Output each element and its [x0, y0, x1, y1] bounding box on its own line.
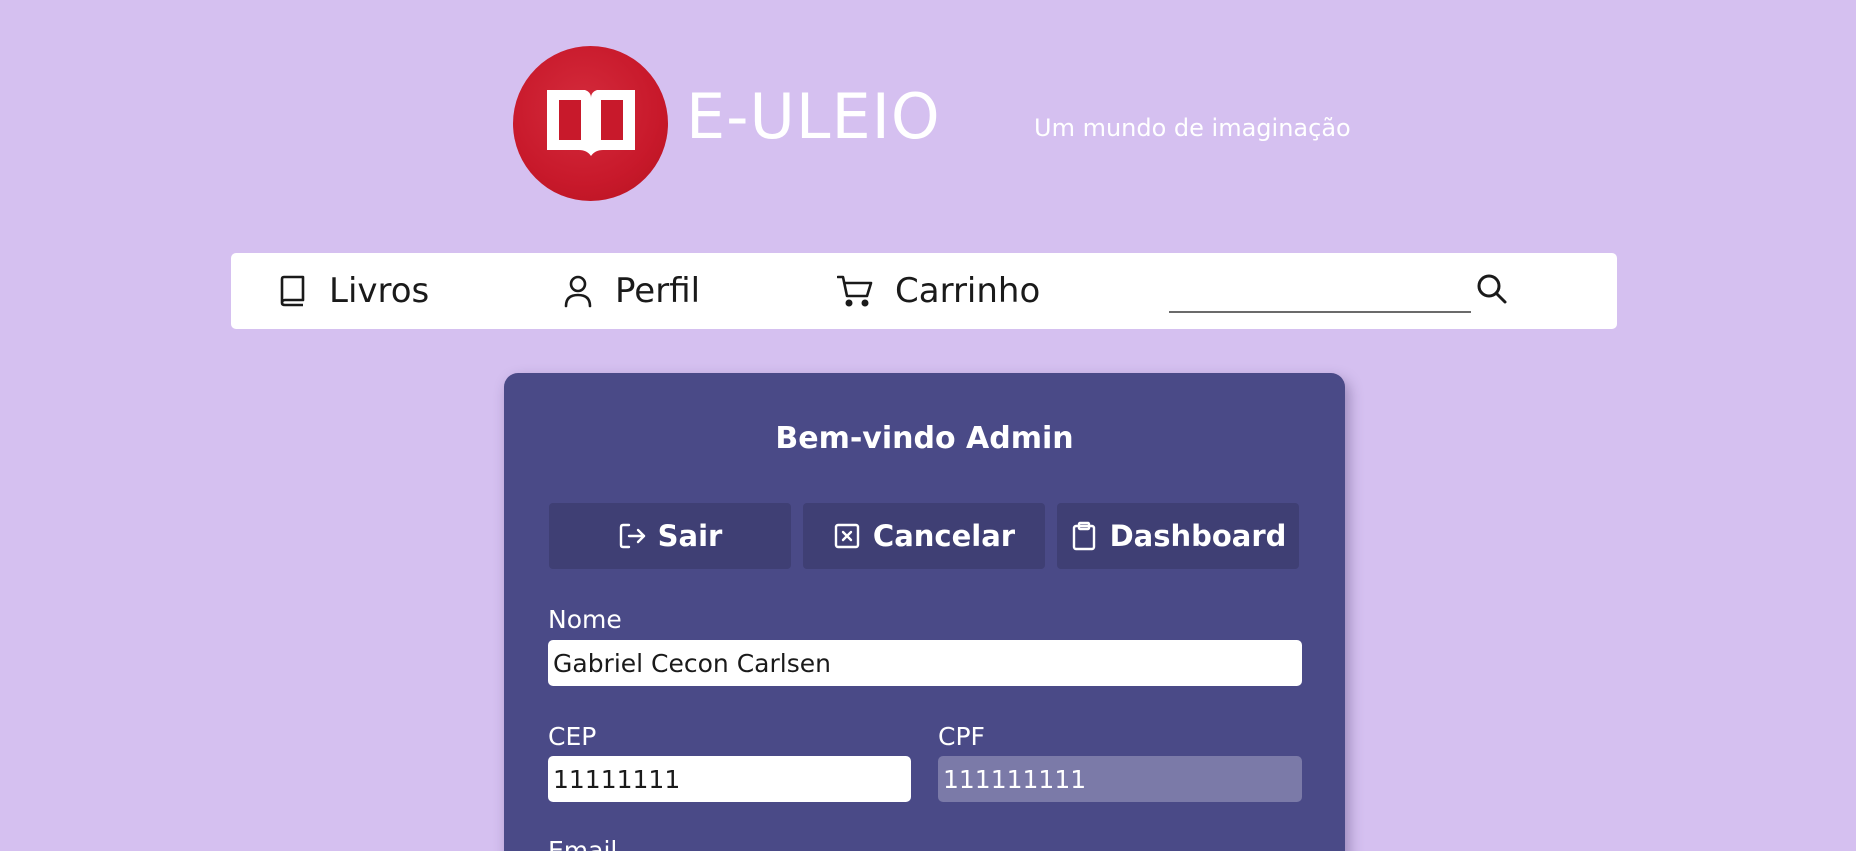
cart-icon — [837, 274, 873, 308]
logout-label: Sair — [657, 519, 723, 553]
nav-label-carrinho: Carrinho — [895, 271, 1041, 311]
logout-icon — [618, 522, 646, 550]
search-icon — [1476, 273, 1508, 309]
search-input[interactable] — [1169, 273, 1471, 313]
welcome-card: Bem-vindo Admin Sair Cancelar Dashboard … — [504, 373, 1345, 851]
nome-label: Nome — [548, 605, 622, 634]
logo-text[interactable]: E-ULEIO — [686, 86, 941, 148]
nav-item-perfil[interactable]: Perfil — [563, 253, 700, 329]
dashboard-button[interactable]: Dashboard — [1057, 503, 1299, 569]
open-book-icon — [541, 82, 641, 166]
cancel-button[interactable]: Cancelar — [803, 503, 1045, 569]
nav-item-carrinho[interactable]: Carrinho — [837, 253, 1040, 329]
cep-label: CEP — [548, 722, 597, 751]
search-button[interactable] — [1474, 273, 1510, 309]
close-square-icon — [833, 522, 861, 550]
dashboard-label: Dashboard — [1109, 519, 1287, 553]
nav-label-livros: Livros — [329, 271, 430, 311]
cep-input[interactable] — [548, 756, 911, 802]
logo-badge[interactable] — [513, 46, 668, 201]
nome-input[interactable] — [548, 640, 1302, 686]
book-icon — [277, 274, 307, 308]
email-label: Email — [548, 836, 618, 851]
cancel-label: Cancelar — [872, 519, 1016, 553]
tagline: Um mundo de imaginação — [1034, 114, 1351, 142]
clipboard-icon — [1070, 521, 1098, 551]
card-title: Bem-vindo Admin — [775, 421, 1074, 456]
cpf-input — [938, 756, 1302, 802]
logout-button[interactable]: Sair — [549, 503, 791, 569]
nav-label-perfil: Perfil — [615, 271, 701, 311]
navbar: Livros Perfil Carrinho — [231, 253, 1617, 329]
cpf-label: CPF — [938, 722, 985, 751]
user-icon — [563, 274, 593, 308]
nav-item-livros[interactable]: Livros — [277, 253, 429, 329]
